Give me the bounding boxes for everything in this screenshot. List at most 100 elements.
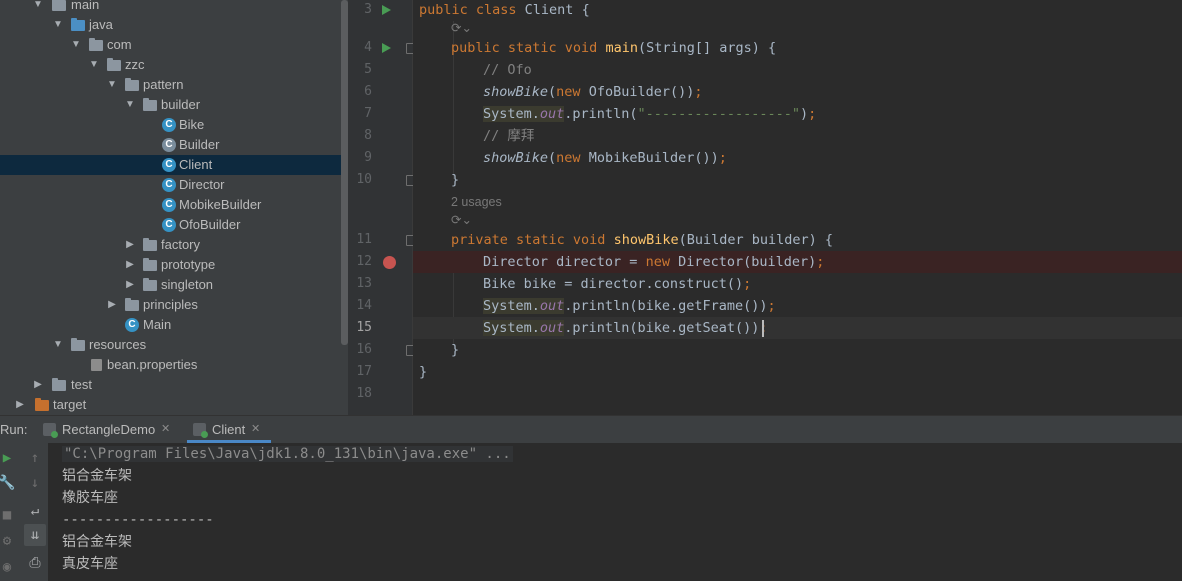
tree-item-com[interactable]: ▼ com <box>0 35 348 55</box>
tree-item-zzc[interactable]: ▼ zzc <box>0 55 348 75</box>
class-icon: C <box>162 178 176 192</box>
source-folder-icon <box>71 18 85 31</box>
wrench-icon[interactable]: 🔧 <box>0 472 18 494</box>
run-gutter-icon[interactable] <box>382 5 391 15</box>
run-console[interactable]: "C:\Program Files\Java\jdk1.8.0_131\bin\… <box>48 443 1182 581</box>
line-number: 7 <box>364 106 372 121</box>
breakpoint-icon[interactable] <box>383 256 396 269</box>
camera-icon[interactable]: ◉ <box>0 556 18 578</box>
tree-item-resources[interactable]: ▼ resources <box>0 335 348 355</box>
chevron-right-icon[interactable]: ▶ <box>124 275 136 295</box>
run-toolbar: ▶ ↑ 🔧 ↓ ■ ↵ ⚙ ⇊ ◉ ⎙ <box>0 443 48 581</box>
tree-item-ofobuilder[interactable]: C OfoBuilder <box>0 215 348 235</box>
line-number: 9 <box>364 150 372 165</box>
code-editor[interactable]: public class Client { ⟳⌄ public static v… <box>413 0 1182 415</box>
print-icon[interactable]: ⎙ <box>24 552 46 574</box>
run-config-icon <box>193 423 208 438</box>
tree-item-director[interactable]: C Director <box>0 175 348 195</box>
tree-item-builder[interactable]: ▼ builder <box>0 95 348 115</box>
code-line-6: showBike(new OfoBuilder()); <box>483 84 703 100</box>
package-icon <box>89 38 103 51</box>
line-number: 17 <box>356 364 372 379</box>
close-icon[interactable]: ✕ <box>161 416 170 443</box>
class-icon: C <box>162 218 176 232</box>
code-line-5: // Ofo <box>483 62 532 78</box>
resource-folder-icon <box>71 338 85 351</box>
line-number: 16 <box>356 342 372 357</box>
tree-item-mobikebuilder[interactable]: C MobikeBuilder <box>0 195 348 215</box>
console-line: 橡胶车座 <box>62 490 118 506</box>
chevron-right-icon[interactable]: ▶ <box>106 295 118 315</box>
tab-client[interactable]: Client ✕ <box>187 416 271 443</box>
folder-icon <box>52 0 66 11</box>
chevron-right-icon[interactable]: ▶ <box>14 395 26 415</box>
tree-item-client[interactable]: C Client <box>0 155 348 175</box>
tree-item-principles[interactable]: ▶ principles <box>0 295 348 315</box>
line-number: 4 <box>364 40 372 55</box>
chevron-down-icon[interactable]: ▼ <box>52 15 64 35</box>
package-icon <box>143 98 157 111</box>
usages-hint[interactable]: 2 usages <box>451 192 502 212</box>
package-icon <box>143 258 157 271</box>
settings-icon[interactable]: ⚙ <box>0 530 18 552</box>
arrow-down-icon[interactable]: ↓ <box>24 472 46 494</box>
code-line-15: System.out.println(bike.getSeat()); <box>413 317 1182 339</box>
scroll-to-end-icon[interactable]: ⇊ <box>24 524 46 546</box>
tree-item-bean-properties[interactable]: bean.properties <box>0 355 348 375</box>
console-line: 真皮车座 <box>62 556 118 572</box>
abstract-class-icon: C <box>162 138 176 152</box>
code-vision-icon[interactable]: ⟳⌄ <box>451 18 472 38</box>
tree-item-main[interactable]: ▼ main <box>0 0 348 15</box>
chevron-right-icon[interactable]: ▶ <box>124 255 136 275</box>
tree-item-test[interactable]: ▶ test <box>0 375 348 395</box>
console-line: "C:\Program Files\Java\jdk1.8.0_131\bin\… <box>62 446 513 462</box>
code-line-3: public class Client { <box>419 2 590 18</box>
chevron-down-icon[interactable]: ▼ <box>124 95 136 115</box>
chevron-down-icon[interactable]: ▼ <box>70 35 82 55</box>
tree-item-java[interactable]: ▼ java <box>0 15 348 35</box>
arrow-up-icon[interactable]: ↑ <box>24 447 46 469</box>
run-label: Run: <box>0 422 28 437</box>
tab-rectangledemo[interactable]: RectangleDemo ✕ <box>43 416 173 443</box>
chevron-down-icon[interactable]: ▼ <box>88 55 100 75</box>
code-line-16: } <box>451 342 460 358</box>
package-icon <box>107 58 121 71</box>
chevron-right-icon[interactable]: ▶ <box>32 375 44 395</box>
tree-item-pattern[interactable]: ▼ pattern <box>0 75 348 95</box>
code-line-14: System.out.println(bike.getFrame()); <box>483 298 776 314</box>
package-icon <box>143 238 157 251</box>
tree-item-factory[interactable]: ▶ factory <box>0 235 348 255</box>
tree-item-builder-class[interactable]: C Builder <box>0 135 348 155</box>
line-number: 10 <box>356 172 372 187</box>
run-tool-window-header: Run: RectangleDemo ✕ Client ✕ <box>0 415 1182 444</box>
code-line-11: private static void showBike(Builder bui… <box>451 232 834 248</box>
soft-wrap-icon[interactable]: ↵ <box>24 500 46 522</box>
package-icon <box>125 298 139 311</box>
tree-item-target[interactable]: ▶ target <box>0 395 348 415</box>
tree-item-singleton[interactable]: ▶ singleton <box>0 275 348 295</box>
tree-item-main-class[interactable]: C Main <box>0 315 348 335</box>
tree-scrollbar[interactable] <box>341 0 348 345</box>
code-line-8: // 摩拜 <box>483 128 535 144</box>
chevron-down-icon[interactable]: ▼ <box>106 75 118 95</box>
code-vision-icon[interactable]: ⟳⌄ <box>451 210 472 230</box>
code-line-10: } <box>451 172 460 188</box>
folder-icon <box>52 378 66 391</box>
chevron-down-icon[interactable]: ▼ <box>52 335 64 355</box>
runnable-class-icon: C <box>125 318 139 332</box>
rerun-icon[interactable]: ▶ <box>0 447 18 469</box>
chevron-down-icon[interactable]: ▼ <box>32 0 44 15</box>
class-icon: C <box>162 198 176 212</box>
close-icon[interactable]: ✕ <box>251 416 260 443</box>
run-config-icon <box>43 423 58 438</box>
code-line-13: Bike bike = director.construct(); <box>483 276 752 292</box>
package-icon <box>125 78 139 91</box>
class-icon: C <box>162 118 176 132</box>
tree-item-prototype[interactable]: ▶ prototype <box>0 255 348 275</box>
package-icon <box>143 278 157 291</box>
tree-item-bike[interactable]: C Bike <box>0 115 348 135</box>
line-number: 15 <box>356 320 372 335</box>
chevron-right-icon[interactable]: ▶ <box>124 235 136 255</box>
stop-icon[interactable]: ■ <box>0 504 18 526</box>
run-gutter-icon[interactable] <box>382 43 391 53</box>
